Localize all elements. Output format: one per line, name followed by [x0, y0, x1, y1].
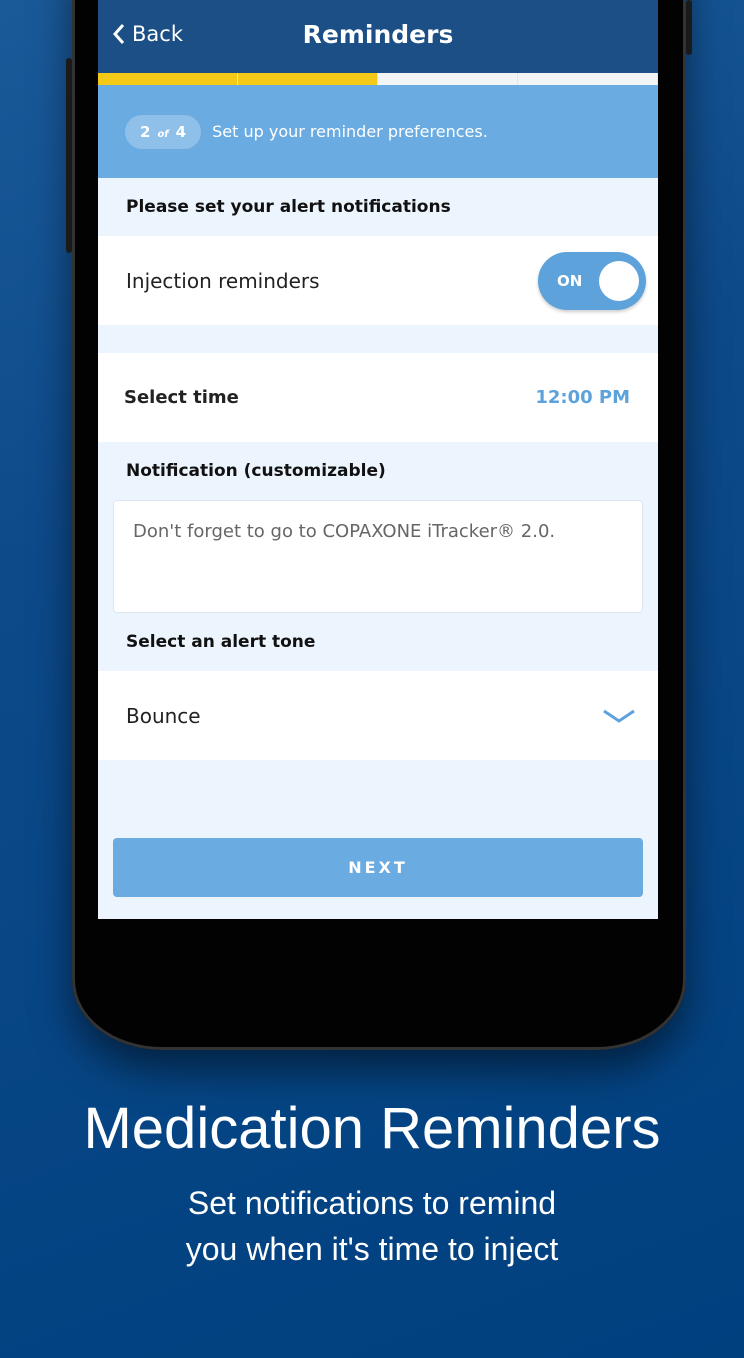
notification-input[interactable]: Don't forget to go to COPAXONE iTracker®…	[113, 500, 643, 613]
progress-segment	[238, 73, 378, 85]
alerts-heading: Please set your alert notifications	[126, 197, 451, 217]
injection-reminders-toggle[interactable]: ON	[538, 251, 646, 310]
toggle-knob	[599, 260, 639, 301]
next-button[interactable]: NEXT	[113, 838, 643, 897]
progress-segment	[378, 73, 518, 85]
step-current: 2	[140, 122, 151, 141]
caption-line: Set notifications to remind	[187, 1185, 557, 1221]
caption-line: you when it's time to inject	[185, 1231, 559, 1267]
tone-select[interactable]: Bounce	[98, 671, 658, 760]
notification-heading: Notification (customizable)	[126, 461, 386, 481]
caption-title: Medication Reminders	[83, 1096, 661, 1161]
nav-bar: Back Reminders	[98, 0, 658, 73]
phone-side-button	[686, 0, 692, 55]
step-of: of	[157, 128, 169, 140]
chevron-down-icon	[603, 709, 635, 723]
injection-reminders-label: Injection reminders	[126, 268, 320, 293]
select-time-row[interactable]: Select time 12:00 PM	[98, 353, 658, 442]
progress-segment	[98, 73, 238, 85]
select-time-label: Select time	[124, 387, 239, 408]
step-text: Set up your reminder preferences.	[212, 122, 488, 141]
progress-bar	[98, 73, 658, 85]
step-banner: 2 of 4 Set up your reminder preferences.	[98, 85, 658, 178]
time-value[interactable]: 12:00 PM	[535, 387, 630, 408]
app-screen: Back Reminders 2 of 4 Set up your reminder…	[98, 0, 658, 919]
tone-heading: Select an alert tone	[126, 632, 316, 652]
tone-value: Bounce	[126, 703, 201, 728]
caption: Medication Reminders Set notifications t…	[0, 1095, 744, 1272]
toggle-label: ON	[557, 271, 583, 290]
step-total: 4	[175, 122, 187, 141]
page-title: Reminders	[302, 20, 454, 49]
step-badge: 2 of 4	[125, 114, 202, 149]
progress-segment	[518, 73, 658, 85]
injection-reminders-row: Injection reminders ON	[98, 236, 658, 325]
